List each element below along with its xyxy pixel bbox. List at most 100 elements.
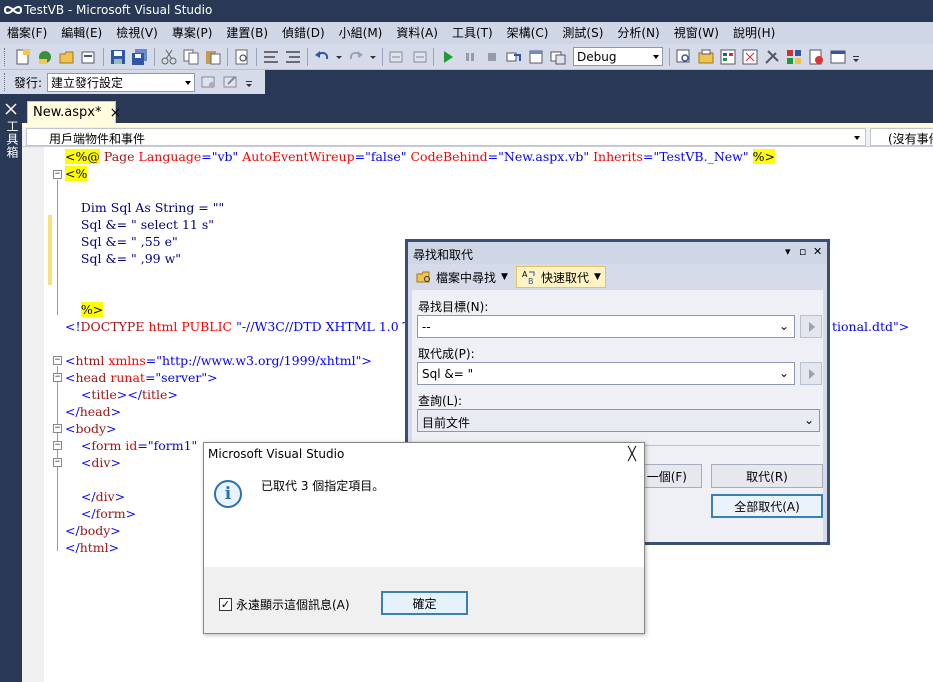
menu-test[interactable]: 測試(S) [555,22,610,44]
collapse-icon[interactable]: − [53,458,62,467]
new-project-icon[interactable] [15,48,31,65]
save-icon[interactable] [110,49,126,65]
redo-icon[interactable] [348,49,364,65]
publish-settings-icon[interactable] [223,74,239,90]
start-debug-icon[interactable] [440,49,456,65]
copy-icon[interactable] [183,49,199,65]
code-token: <! [65,319,81,334]
quick-replace-label: 快速取代 [540,270,589,285]
quick-replace-mode-button[interactable]: AB 快速取代 ▼ [515,266,606,288]
find-replace-header: 尋找和取代 ▾ ▫ ✕ [408,242,827,264]
window-menu-icon[interactable]: ▾ [785,245,791,258]
publish-combo[interactable]: 建立發行設定 [47,72,196,92]
solution-explorer-icon[interactable] [698,49,714,65]
solution-config-combo[interactable]: Debug [573,47,663,66]
navigate-forward-icon[interactable] [411,49,427,65]
fold-line [57,180,58,315]
toolbar-overflow-icon[interactable] [852,49,860,65]
replace-with-input[interactable]: Sql &= " ⌄ [417,362,795,385]
replace-expression-builder-button[interactable] [800,362,822,385]
menu-data[interactable]: 資料(A) [389,22,445,44]
code-line: Sql &= " ,99 w" [65,250,181,267]
code-token: > [125,506,137,521]
always-show-checkbox[interactable]: ✓ 永遠顯示這個訊息(A) [219,596,350,613]
toolbox-icon[interactable] [764,49,780,65]
code-token: > [108,540,120,555]
undo-icon[interactable] [314,49,330,65]
menu-debug[interactable]: 偵錯(D) [275,22,332,44]
client-object-combo[interactable]: 用戶端物件和事件 [26,128,866,146]
toolbar-overflow-icon[interactable] [245,74,253,90]
menu-analyze[interactable]: 分析(N) [610,22,666,44]
window-icon[interactable] [550,49,566,65]
close-icon[interactable]: ✕ [813,245,822,258]
uncomment-icon[interactable] [285,49,301,65]
properties-icon[interactable] [720,49,736,65]
find-what-input[interactable]: -- ⌄ [417,315,795,338]
redo-dropdown-icon[interactable] [370,49,376,65]
menu-architecture[interactable]: 架構(C) [500,22,556,44]
toolbar-grip[interactable] [4,47,8,66]
find-what-value: -- [422,320,431,334]
event-combo[interactable]: (沒有事件 [870,128,933,146]
add-item-icon[interactable] [37,49,53,65]
code-token: head [75,370,107,385]
navigate-back-icon[interactable] [389,49,405,65]
collapse-icon[interactable]: − [53,170,62,179]
code-token: id [125,438,138,453]
collapse-icon[interactable]: − [53,441,62,450]
step-icon[interactable] [506,49,522,65]
toolbox-tab[interactable]: 工具箱 [0,94,22,682]
close-icon[interactable]: × [109,105,121,121]
open-file-icon[interactable] [59,49,75,65]
undo-dropdown-icon[interactable] [336,49,342,65]
maximize-icon[interactable]: ▫ [799,245,806,258]
find-icon[interactable] [676,49,692,65]
menu-project[interactable]: 專案(P) [165,22,220,44]
add-new-icon[interactable] [81,49,97,65]
look-in-combo[interactable]: 目前文件 ⌄ [417,409,820,432]
extension-icon[interactable] [786,49,802,65]
tab-new-aspx[interactable]: New.aspx* × [27,101,121,123]
chevron-down-icon [653,55,659,59]
svg-text:B: B [528,277,534,285]
breakpoint-icon[interactable] [528,49,544,65]
code-token: form [95,506,126,521]
menu-build[interactable]: 建置(B) [219,22,275,44]
error-list-icon[interactable] [808,49,824,65]
pause-icon[interactable] [462,49,478,65]
ok-button[interactable]: 確定 [381,591,468,615]
start-page-icon[interactable] [830,49,846,65]
find-in-files-mode-button[interactable]: 檔案中尋找 ▼ [412,266,512,288]
collapse-icon[interactable]: − [53,424,62,433]
find-in-files-icon[interactable] [234,49,250,65]
stop-icon[interactable] [484,49,500,65]
toolbar-separator [307,47,308,66]
menu-team[interactable]: 小組(M) [332,22,390,44]
object-browser-icon[interactable] [742,49,758,65]
toolbar-grip[interactable] [4,73,8,91]
replace-button[interactable]: 取代(R) [711,464,823,488]
publish-web-icon[interactable] [201,74,217,90]
menu-edit[interactable]: 編輯(E) [54,22,109,44]
paste-icon[interactable] [205,49,221,65]
collapse-icon[interactable]: − [53,373,62,382]
close-icon[interactable]: ╳ [628,447,636,462]
save-all-icon[interactable] [132,48,148,65]
menu-tools[interactable]: 工具(T) [445,22,500,44]
message-box-title: Microsoft Visual Studio [208,447,345,461]
cut-icon[interactable] [161,49,177,65]
checkbox-check-icon[interactable]: ✓ [219,598,232,611]
message-box-content: i 已取代 3 個指定項目。 [204,467,644,567]
code-token: </ [65,540,80,555]
collapse-icon[interactable]: − [53,356,62,365]
menu-view[interactable]: 檢視(V) [109,22,165,44]
comment-icon[interactable] [263,49,279,65]
replace-all-button[interactable]: 全部取代(A) [711,494,823,518]
menu-window[interactable]: 視窗(W) [667,22,726,44]
find-expression-builder-button[interactable] [800,315,822,338]
code-token: > [167,387,178,402]
menu-help[interactable]: 說明(H) [726,22,782,44]
menu-file[interactable]: 檔案(F) [0,22,54,44]
